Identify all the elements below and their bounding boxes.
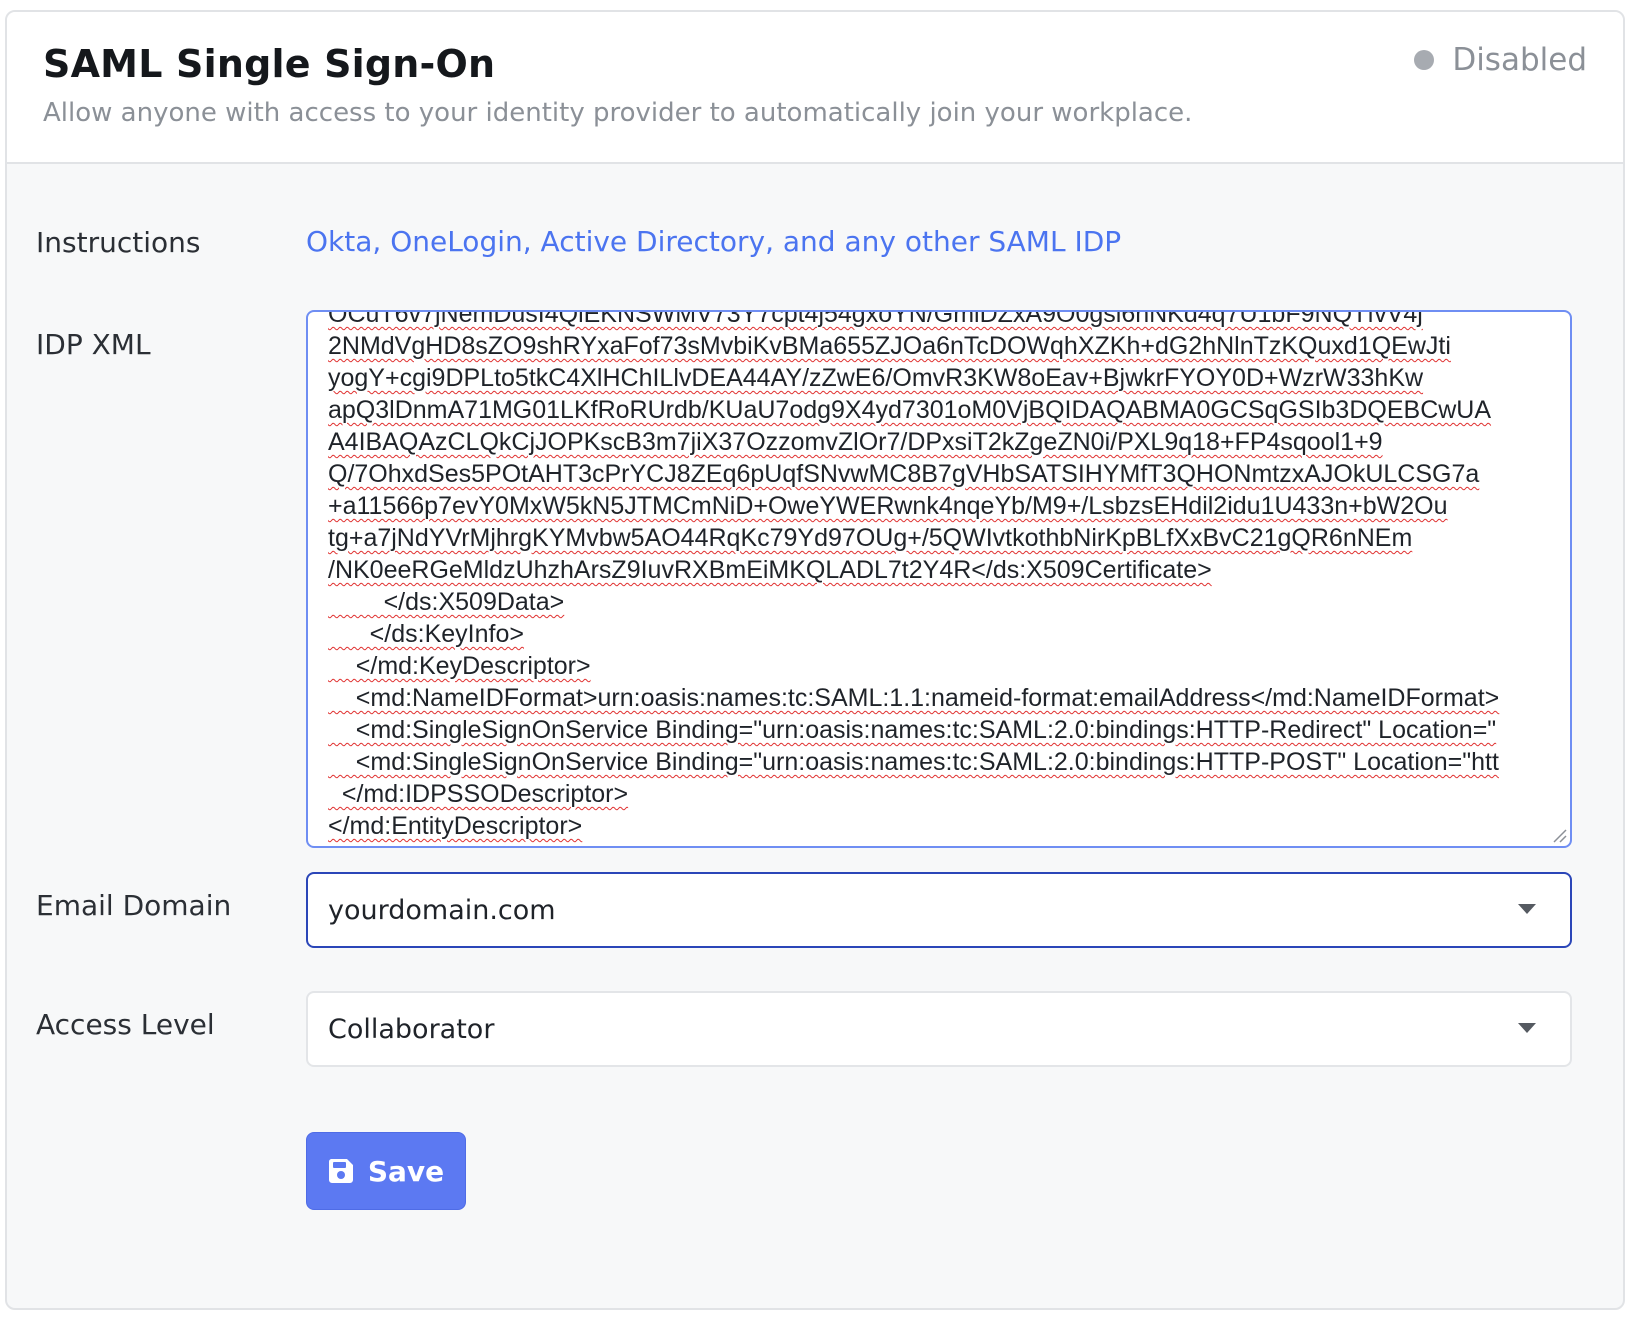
xml-line: +a11566p7evY0MxW5kN5JTMCmNiD+OweYWERwnk4… (328, 492, 1448, 520)
save-button-label: Save (367, 1154, 445, 1188)
status-label: Disabled (1452, 42, 1587, 78)
email-domain-select[interactable]: yourdomain.com (306, 872, 1572, 948)
status-indicator: Disabled (1414, 42, 1587, 78)
xml-line: <md:SingleSignOnService Binding="urn:oas… (328, 748, 1499, 776)
idp-xml-label: IDP XML (36, 328, 151, 361)
access-level-select[interactable]: Collaborator (306, 991, 1572, 1067)
chevron-down-icon (1518, 904, 1536, 914)
email-domain-value: yourdomain.com (328, 894, 556, 926)
xml-line: /NK0eeRGeMldzUhzhArsZ9IuvRXBmEiMKQLADL7t… (328, 556, 1212, 584)
xml-line: 2NMdVgHD8sZO9shRYxaFof73sMvbiKvBMa655ZJO… (328, 332, 1451, 360)
xml-line: apQ3lDnmA71MG01LKfRoRUrdb/KUaU7odg9X4yd7… (328, 396, 1492, 424)
access-level-value: Collaborator (328, 1013, 495, 1045)
access-level-label: Access Level (36, 1008, 215, 1041)
xml-line: <md:SingleSignOnService Binding="urn:oas… (328, 716, 1497, 744)
xml-line: tg+a7jNdYVrMjhrgKYMvbw5AO44RqKc79Yd97OUg… (328, 524, 1413, 552)
xml-line: yogY+cgi9DPLto5tkC4XlHChILlvDEA44AY/zZwE… (328, 364, 1424, 392)
xml-line: </md:KeyDescriptor> (328, 652, 591, 680)
xml-line: </ds:KeyInfo> (328, 620, 524, 648)
xml-line: </md:IDPSSODescriptor> (328, 780, 629, 808)
xml-line: </ds:X509Data> (328, 588, 565, 616)
save-button[interactable]: Save (306, 1132, 466, 1210)
save-icon (328, 1159, 353, 1183)
panel-header: SAML Single Sign-On Allow anyone with ac… (7, 12, 1623, 164)
resize-grip-icon[interactable] (1551, 827, 1567, 843)
xml-line: OCuT6v7jNemDusI4QiEKNSWMV73Y7cpt4j54gxoY… (328, 310, 1423, 328)
page-subtitle: Allow anyone with access to your identit… (43, 98, 1193, 128)
page-title: SAML Single Sign-On (43, 42, 496, 86)
instructions-link[interactable]: Okta, OneLogin, Active Directory, and an… (306, 225, 1121, 258)
xml-line: <md:NameIDFormat>urn:oasis:names:tc:SAML… (328, 684, 1500, 712)
idp-xml-textarea[interactable]: OCuT6v7jNemDusI4QiEKNSWMV73Y7cpt4j54gxoY… (306, 310, 1572, 848)
xml-line: Q/7OhxdSes5POtAHT3cPrYCJ8ZEq6pUqfSNvwMC8… (328, 460, 1480, 488)
xml-line: </md:EntityDescriptor> (328, 812, 583, 840)
status-dot-icon (1414, 50, 1435, 70)
instructions-label: Instructions (36, 226, 201, 259)
email-domain-label: Email Domain (36, 889, 232, 922)
chevron-down-icon (1518, 1023, 1536, 1033)
xml-line: A4IBAQAzCLQkCjJOPKscB3m7jiX37OzzomvZlOr7… (328, 428, 1383, 456)
idp-xml-content: OCuT6v7jNemDusI4QiEKNSWMV73Y7cpt4j54gxoY… (328, 310, 1570, 842)
